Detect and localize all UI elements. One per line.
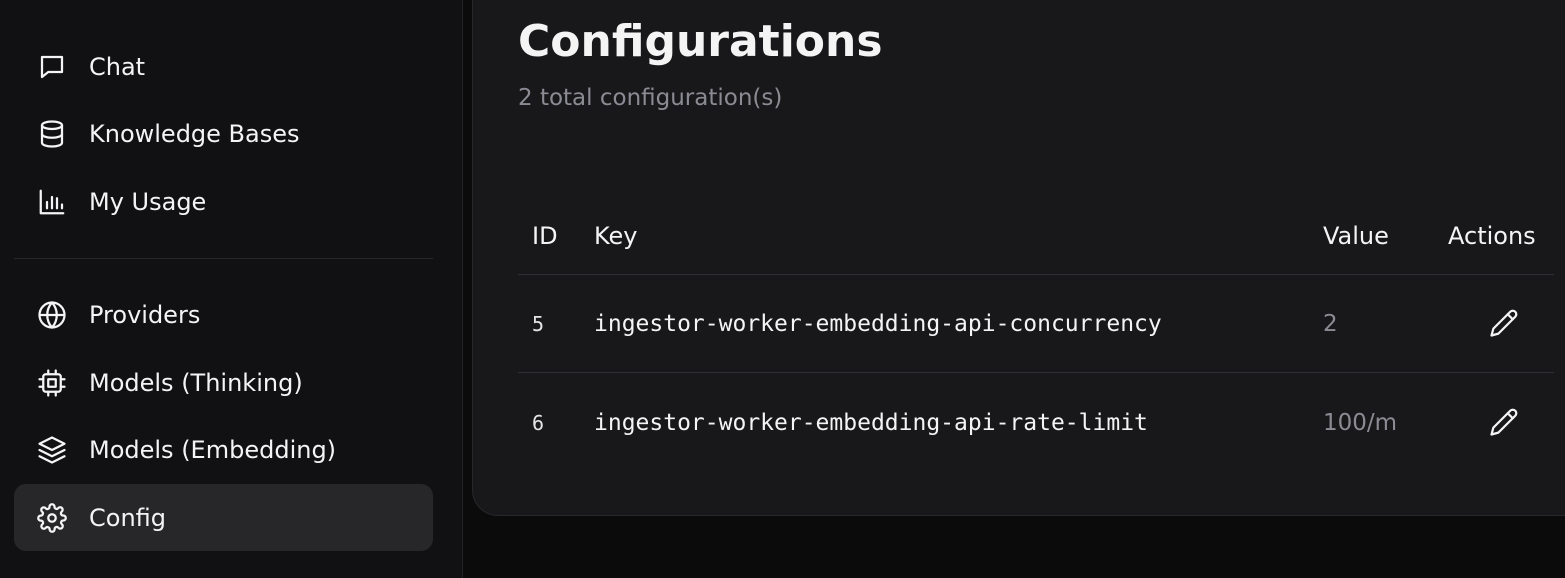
row-value: 100/m xyxy=(1323,410,1398,436)
row-id: 6 xyxy=(532,411,545,435)
row-key: ingestor-worker-embedding-api-concurrenc… xyxy=(594,311,1162,337)
page-title: Configurations xyxy=(518,16,883,67)
sidebar-item-label: Config xyxy=(89,503,167,532)
sidebar-item-chat[interactable]: Chat xyxy=(14,33,433,100)
row-value: 2 xyxy=(1323,311,1338,337)
sidebar-item-label: Models (Embedding) xyxy=(89,435,337,464)
sidebar-item-label: My Usage xyxy=(89,187,207,216)
edit-button[interactable] xyxy=(1484,303,1524,343)
sidebar-item-label: Models (Thinking) xyxy=(89,368,303,397)
app-root: Chat Knowledge Bases My Usage Providers … xyxy=(0,0,1565,578)
sidebar-item-label: Chat xyxy=(89,52,146,81)
message-square-icon xyxy=(36,51,68,83)
sidebar-item-providers[interactable]: Providers xyxy=(14,281,433,348)
sidebar: Chat Knowledge Bases My Usage Providers … xyxy=(0,0,463,578)
pencil-icon xyxy=(1490,408,1518,436)
configuration-count: 2 total configuration(s) xyxy=(518,85,783,111)
table-row-divider xyxy=(518,372,1554,373)
database-icon xyxy=(36,118,68,150)
table-header-divider xyxy=(518,274,1554,275)
column-header-actions: Actions xyxy=(1448,222,1536,250)
gear-icon xyxy=(36,502,68,534)
bar-chart-icon xyxy=(36,186,68,218)
configurations-panel xyxy=(472,0,1565,516)
sidebar-item-my-usage[interactable]: My Usage xyxy=(14,168,433,235)
row-id: 5 xyxy=(532,312,545,336)
sidebar-item-label: Providers xyxy=(89,300,201,329)
sidebar-item-knowledge-bases[interactable]: Knowledge Bases xyxy=(14,100,433,167)
layers-icon xyxy=(36,434,68,466)
column-header-id: ID xyxy=(532,222,558,250)
edit-button[interactable] xyxy=(1484,402,1524,442)
cpu-icon xyxy=(36,367,68,399)
sidebar-divider xyxy=(14,258,433,259)
sidebar-item-config[interactable]: Config xyxy=(14,484,433,551)
sidebar-item-label: Knowledge Bases xyxy=(89,119,300,148)
column-header-value: Value xyxy=(1323,222,1389,250)
pencil-icon xyxy=(1490,309,1518,337)
row-key: ingestor-worker-embedding-api-rate-limit xyxy=(594,410,1148,436)
sidebar-item-models-thinking[interactable]: Models (Thinking) xyxy=(14,349,433,416)
sidebar-item-models-embedding[interactable]: Models (Embedding) xyxy=(14,416,433,483)
globe-icon xyxy=(36,299,68,331)
column-header-key: Key xyxy=(594,222,638,250)
